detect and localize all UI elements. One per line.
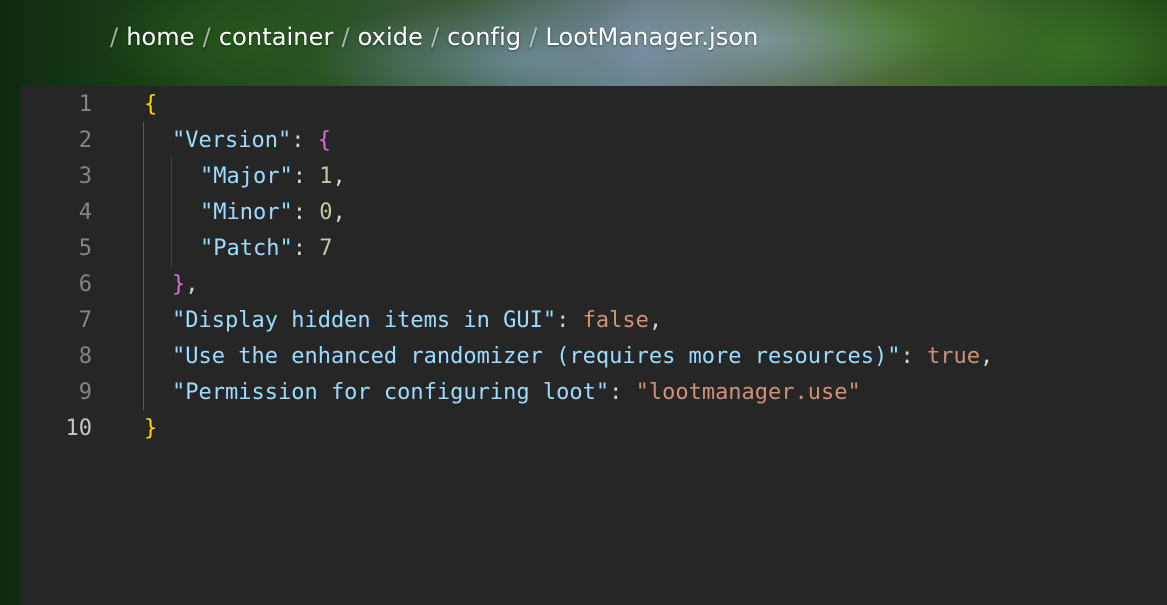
close-brace: } — [172, 271, 186, 297]
json-number: 0 — [319, 199, 333, 225]
json-key: "Display hidden items in GUI" — [172, 307, 557, 333]
line-number: 2 — [78, 127, 92, 153]
line-number: 3 — [78, 163, 92, 189]
breadcrumb-separator: / — [110, 23, 119, 51]
line-number: 7 — [78, 307, 92, 333]
code-line-active[interactable]: 10 } — [20, 410, 1167, 446]
json-boolean: false — [582, 307, 649, 333]
open-brace: { — [317, 127, 331, 153]
code-line[interactable]: 4 "Minor": 0, — [20, 194, 1167, 230]
code-line[interactable]: 7 "Display hidden items in GUI": false, — [20, 302, 1167, 338]
json-key: "Major" — [200, 163, 293, 189]
colon: : — [900, 343, 927, 369]
breadcrumb: / home / container / oxide / config / Lo… — [110, 20, 758, 54]
breadcrumb-item-home[interactable]: home — [126, 23, 194, 51]
code-line[interactable]: 6 }, — [20, 266, 1167, 302]
code-line[interactable]: 3 "Major": 1, — [20, 158, 1167, 194]
json-key: "Version" — [172, 127, 292, 153]
json-key: "Minor" — [200, 199, 293, 225]
json-number: 7 — [319, 235, 333, 261]
code-editor[interactable]: 1 { 2 "Version": { 3 "Major": 1, 4 "Mino… — [20, 86, 1167, 605]
colon: : — [292, 199, 320, 225]
json-number: 1 — [319, 163, 333, 189]
breadcrumb-item-oxide[interactable]: oxide — [358, 23, 423, 51]
breadcrumb-item-current-file: LootManager.json — [545, 23, 759, 51]
code-line[interactable]: 2 "Version": { — [20, 122, 1167, 158]
close-brace: } — [144, 415, 158, 441]
breadcrumb-separator: / — [430, 23, 440, 51]
json-key: "Use the enhanced randomizer (requires m… — [172, 343, 901, 369]
code-line[interactable]: 8 "Use the enhanced randomizer (requires… — [20, 338, 1167, 374]
code-line[interactable]: 5 "Patch": 7 — [20, 230, 1167, 266]
line-number: 8 — [78, 343, 92, 369]
breadcrumb-item-container[interactable]: container — [219, 23, 334, 51]
json-boolean: true — [926, 343, 980, 369]
code-line[interactable]: 1 { — [20, 86, 1167, 122]
comma: , — [332, 163, 346, 189]
colon: : — [292, 235, 320, 261]
breadcrumb-separator: / — [202, 23, 211, 51]
colon: : — [291, 127, 318, 153]
colon: : — [292, 163, 320, 189]
json-key: "Patch" — [200, 235, 293, 261]
line-number: 9 — [78, 379, 92, 405]
line-number: 5 — [78, 235, 92, 261]
comma: , — [979, 343, 994, 369]
comma: , — [648, 307, 663, 333]
line-number: 10 — [65, 415, 93, 441]
comma: , — [185, 271, 199, 297]
colon: : — [556, 307, 583, 333]
line-number: 4 — [78, 199, 92, 225]
breadcrumb-separator: / — [341, 23, 350, 51]
open-brace: { — [144, 91, 158, 117]
json-string: "lootmanager.use" — [635, 379, 861, 405]
breadcrumb-separator: / — [529, 23, 538, 51]
colon: : — [609, 379, 636, 405]
line-number: 6 — [78, 271, 92, 297]
code-line[interactable]: 9 "Permission for configuring loot": "lo… — [20, 374, 1167, 410]
comma: , — [332, 199, 346, 225]
breadcrumb-item-config[interactable]: config — [447, 23, 521, 51]
line-number: 1 — [78, 91, 92, 117]
json-key: "Permission for configuring loot" — [172, 379, 610, 405]
